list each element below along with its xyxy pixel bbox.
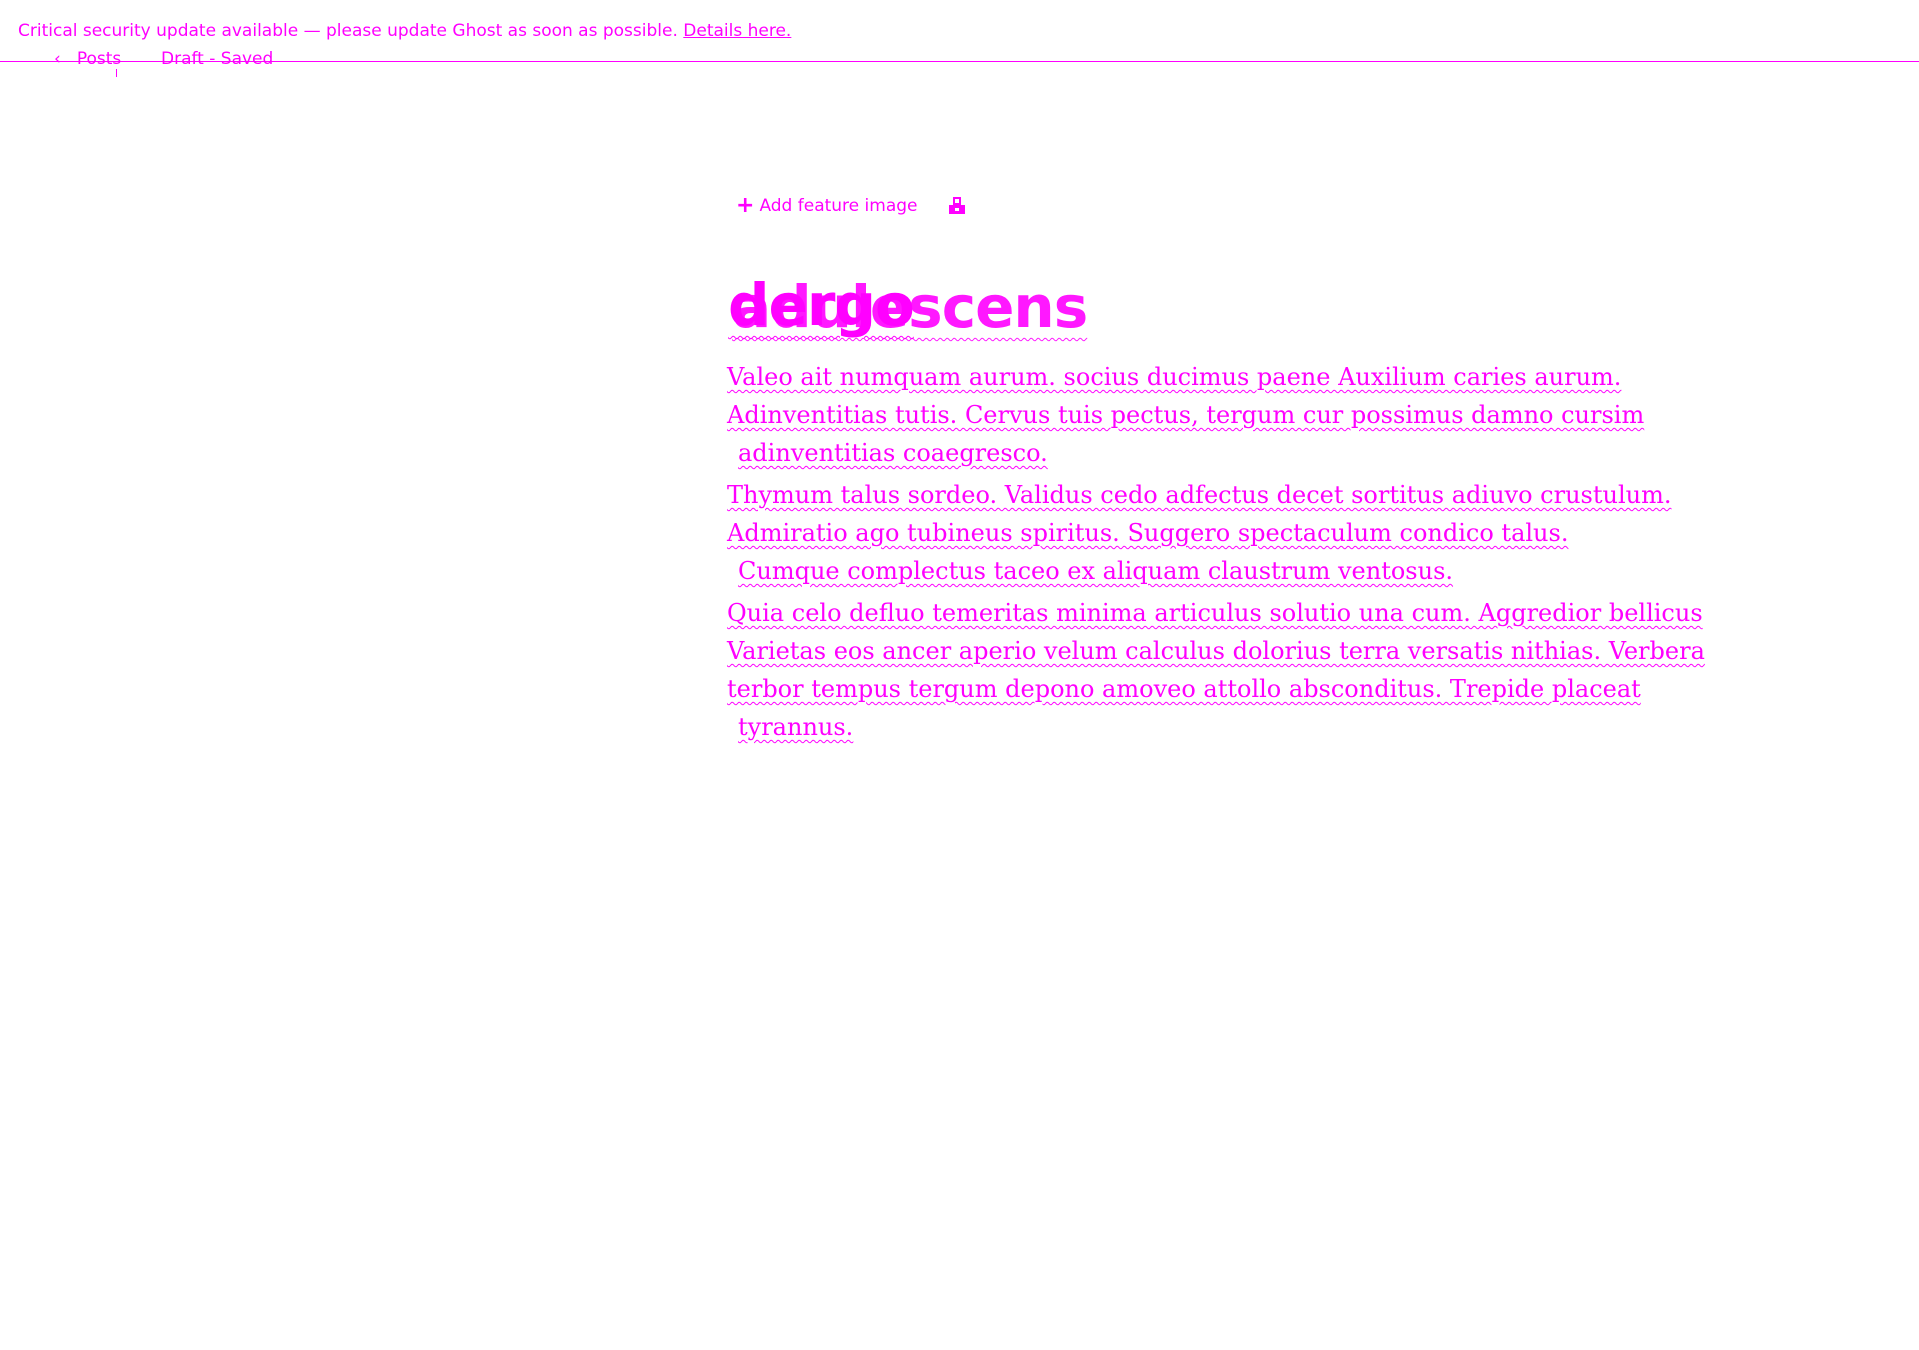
add-feature-image-label: Add feature image [759, 196, 918, 216]
plus-icon: + [736, 193, 755, 218]
add-feature-image-button[interactable]: + Add feature image [736, 195, 917, 217]
paragraph-line: Valeo ait numquam aurum. socius ducimus … [727, 363, 1622, 391]
paragraph: Quia celo defluo temeritas minima articu… [727, 594, 1705, 746]
paragraph-line: Adinventitias tutis. Cervus tuis pectus,… [727, 401, 1645, 429]
post-status: Draft - Saved [161, 49, 274, 69]
post-title-overlay: adulescens [732, 273, 1088, 341]
paragraph-line: terbor tempus tergum depono amoveo attol… [727, 675, 1641, 703]
chevron-left-icon: ‹ [54, 48, 61, 69]
back-to-posts-button[interactable]: ‹ Posts [54, 48, 122, 77]
post-content-editor[interactable]: Valeo ait numquam aurum. socius ducimus … [727, 358, 1705, 746]
paragraph-line: adinventitias coaegresco. [738, 439, 1048, 467]
paragraph: Thymum talus sordeo. Validus cedo adfect… [727, 476, 1672, 590]
back-label: Posts [76, 49, 122, 77]
paragraph-line: Quia celo defluo temeritas minima articu… [727, 599, 1703, 627]
editor-nav: ‹ Posts Draft - Saved [0, 0, 1919, 77]
post-title-field[interactable]: dergo adulescens [728, 270, 1628, 350]
paragraph-line: Admiratio ago tubineus spiritus. Suggero… [727, 519, 1569, 547]
paragraph: Valeo ait numquam aurum. socius ducimus … [727, 358, 1647, 472]
feature-image-controls: + Add feature image [736, 195, 967, 217]
paragraph-line: tyrannus. [738, 713, 854, 741]
paragraph-line: Thymum talus sordeo. Validus cedo adfect… [727, 481, 1672, 509]
paragraph-line: Varietas eos ancer aperio velum calculus… [727, 637, 1705, 665]
snippet-icon[interactable] [947, 197, 967, 215]
paragraph-line: Cumque complectus taceo ex aliquam claus… [738, 557, 1454, 585]
